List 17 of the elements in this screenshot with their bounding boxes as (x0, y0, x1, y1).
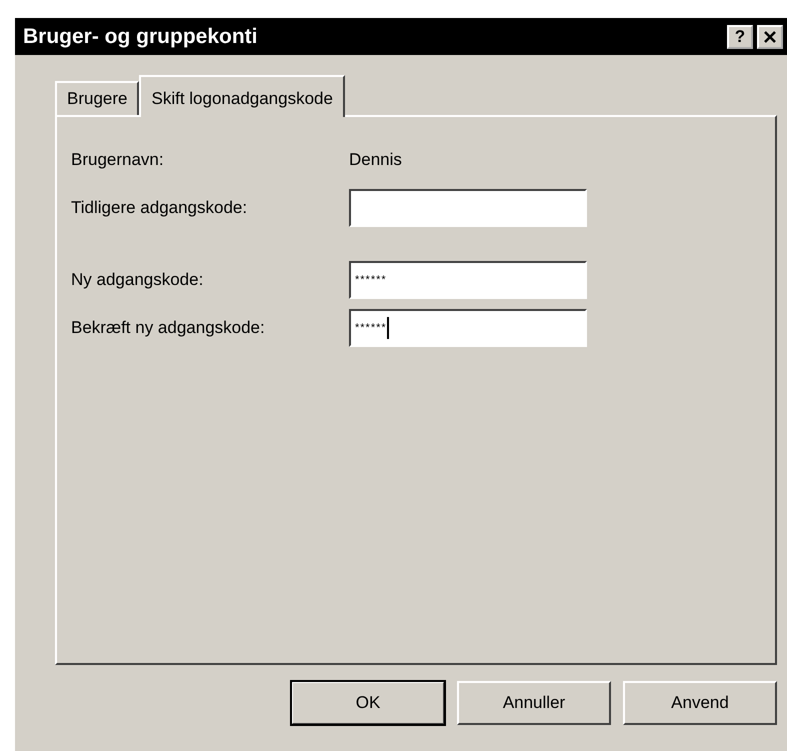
field-value: Dennis (349, 150, 402, 170)
field-label: Tidligere adgangskode: (71, 198, 248, 218)
dialog-button[interactable]: OK (291, 681, 445, 725)
password-field[interactable] (349, 189, 587, 227)
field-label: Brugernavn: (71, 150, 165, 170)
help-button[interactable]: ? (727, 24, 753, 48)
tab[interactable]: Brugere (55, 81, 140, 115)
field-label: Bekræft ny adgangskode: (71, 318, 266, 338)
field-label: Ny adgangskode: (71, 270, 204, 290)
tab[interactable]: Skift logonadgangskode (139, 75, 345, 117)
dialog-button[interactable]: Anvend (623, 681, 777, 725)
password-field[interactable]: ****** (349, 261, 587, 299)
close-icon (763, 30, 777, 42)
dialog-button[interactable]: Annuller (457, 681, 611, 725)
password-field[interactable]: ****** (349, 309, 587, 347)
window-title: Bruger- og gruppekonti (23, 24, 258, 48)
close-button[interactable] (757, 24, 783, 48)
